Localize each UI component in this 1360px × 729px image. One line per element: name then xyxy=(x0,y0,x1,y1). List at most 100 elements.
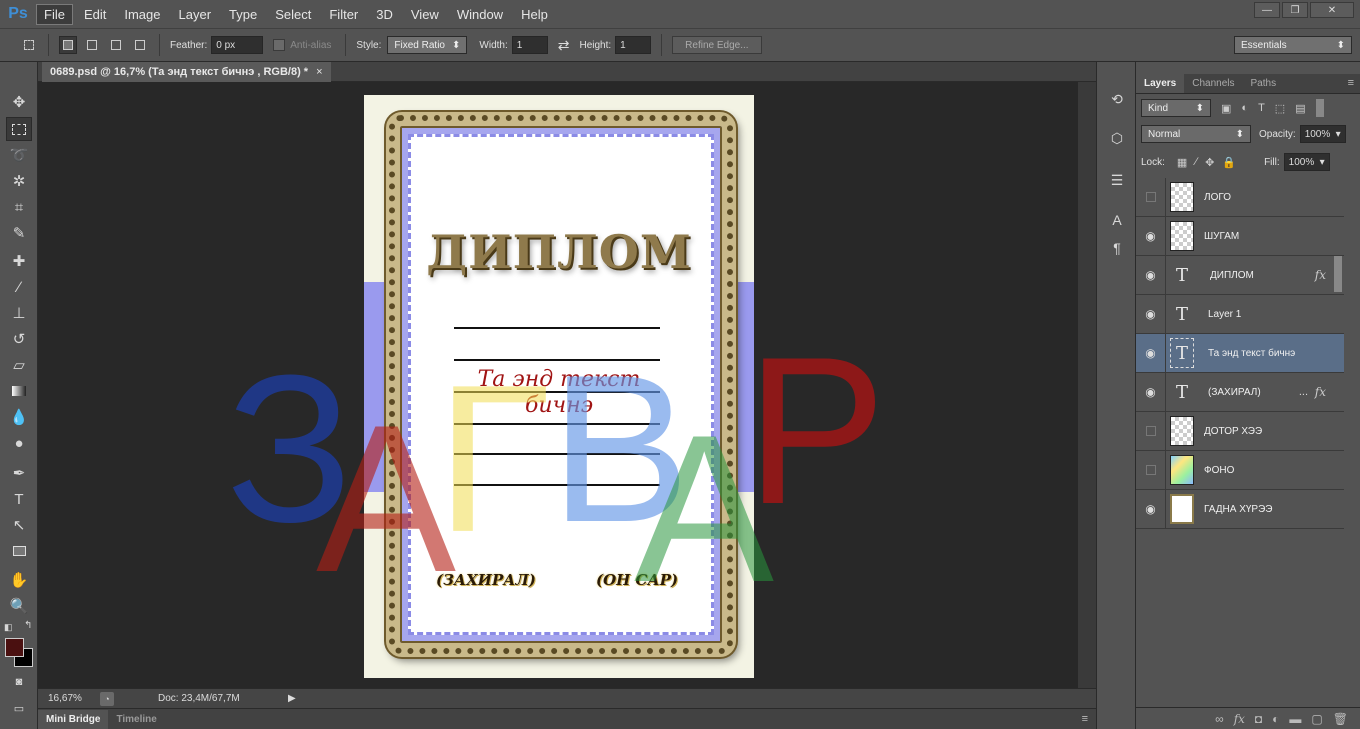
fx-icon[interactable]: fx xyxy=(1315,268,1326,282)
menu-image[interactable]: Image xyxy=(117,5,167,24)
dodge-tool-icon[interactable]: ● xyxy=(6,431,32,455)
style-select[interactable]: Fixed Ratio ⬍ xyxy=(387,36,468,54)
panel-menu-icon[interactable]: ≡ xyxy=(1348,77,1354,89)
workspace-select[interactable]: Essentials ⬍ xyxy=(1234,36,1352,54)
default-colors-icon[interactable]: ◧ xyxy=(4,622,13,633)
layer-row[interactable]: ◉ ШУГАМ xyxy=(1136,216,1344,256)
menu-file[interactable]: File xyxy=(36,3,73,25)
healing-brush-tool-icon[interactable]: ✚ xyxy=(6,249,32,273)
paragraph-panel-icon[interactable]: ¶ xyxy=(1105,236,1129,260)
lock-image-icon[interactable]: ∕ xyxy=(1195,156,1197,168)
lock-transparent-icon[interactable]: ▦ xyxy=(1177,156,1187,169)
pen-tool-icon[interactable]: ✒ xyxy=(6,461,32,485)
path-selection-tool-icon[interactable]: ↖ xyxy=(6,513,32,537)
opacity-input[interactable]: 100% ▾ xyxy=(1299,125,1346,143)
blend-mode-select[interactable]: Normal ⬍ xyxy=(1141,125,1251,143)
layer-row[interactable]: ДОТОР ХЭЭ xyxy=(1136,411,1344,451)
rectangle-tool-icon[interactable] xyxy=(6,539,32,563)
layer-row[interactable]: ◉ ГАДНА ХҮРЭЭ xyxy=(1136,489,1344,529)
layer-row[interactable]: ◉ T ДИПЛОМ fx xyxy=(1136,255,1344,295)
status-menu-arrow-icon[interactable]: ▶ xyxy=(288,693,296,704)
character-panel-icon[interactable]: A xyxy=(1105,208,1129,232)
menu-window[interactable]: Window xyxy=(450,5,510,24)
visibility-toggle[interactable] xyxy=(1136,177,1166,217)
width-input[interactable]: 1 xyxy=(511,36,548,54)
add-style-icon[interactable]: fx xyxy=(1234,712,1245,726)
marquee-tool-icon[interactable] xyxy=(6,117,32,141)
tab-timeline[interactable]: Timeline xyxy=(108,710,164,729)
shape-filter-icon[interactable]: ⬚ xyxy=(1275,102,1285,115)
menu-select[interactable]: Select xyxy=(268,5,318,24)
layer-row[interactable]: ◉ T Layer 1 xyxy=(1136,294,1344,334)
minimize-button[interactable]: — xyxy=(1254,2,1280,18)
eyedropper-tool-icon[interactable]: ✎ xyxy=(6,221,32,245)
restore-button[interactable]: ❐ xyxy=(1282,2,1308,18)
add-mask-icon[interactable]: ◘ xyxy=(1255,712,1262,726)
eye-icon[interactable]: ◉ xyxy=(1136,255,1166,295)
menu-help[interactable]: Help xyxy=(514,5,555,24)
screen-mode-icon[interactable]: ▭ xyxy=(6,696,32,720)
eye-icon[interactable]: ◉ xyxy=(1136,372,1166,412)
blur-tool-icon[interactable]: 💧 xyxy=(6,405,32,429)
layer-row-selected[interactable]: ◉ T Та энд текст бичнэ xyxy=(1136,333,1344,373)
smart-object-filter-icon[interactable]: ▤ xyxy=(1295,102,1305,115)
type-filter-icon[interactable]: T xyxy=(1258,102,1265,114)
new-group-icon[interactable]: ▬ xyxy=(1289,712,1301,726)
type-tool-icon[interactable]: T xyxy=(6,487,32,511)
refine-edge-button[interactable]: Refine Edge... xyxy=(672,36,762,54)
menu-edit[interactable]: Edit xyxy=(77,5,113,24)
visibility-toggle[interactable] xyxy=(1136,450,1166,490)
close-button[interactable]: ✕ xyxy=(1310,2,1354,18)
magic-wand-tool-icon[interactable]: ✲ xyxy=(6,169,32,193)
filter-toggle[interactable] xyxy=(1315,99,1324,117)
foreground-color-swatch[interactable] xyxy=(5,638,24,657)
eye-icon[interactable]: ◉ xyxy=(1136,489,1166,529)
tab-paths[interactable]: Paths xyxy=(1243,74,1285,93)
pixel-filter-icon[interactable]: ▣ xyxy=(1221,102,1231,115)
swap-colors-icon[interactable]: ↰ xyxy=(24,620,32,631)
menu-filter[interactable]: Filter xyxy=(322,5,365,24)
status-share-icon[interactable]: ◔ xyxy=(100,691,114,706)
clone-stamp-tool-icon[interactable]: ⊥ xyxy=(6,301,32,325)
canvas-area[interactable]: ДИПЛОМ Та энд текст бичнэ (ЗАХИРАЛ) (ОН … xyxy=(38,82,1078,688)
menu-type[interactable]: Type xyxy=(222,5,264,24)
delete-layer-icon[interactable]: 🗑 xyxy=(1333,712,1348,726)
quick-mask-icon[interactable]: ◙ xyxy=(6,670,32,694)
move-tool-icon[interactable]: ✥ xyxy=(6,90,32,114)
menu-layer[interactable]: Layer xyxy=(172,5,219,24)
new-layer-icon[interactable]: ▢ xyxy=(1311,712,1322,726)
menu-view[interactable]: View xyxy=(404,5,446,24)
fx-icon[interactable]: fx xyxy=(1315,385,1326,399)
new-selection-icon[interactable] xyxy=(59,36,77,54)
hand-tool-icon[interactable]: ✋ xyxy=(6,568,32,592)
fill-input[interactable]: 100% ▾ xyxy=(1283,153,1330,171)
add-selection-icon[interactable] xyxy=(83,36,101,54)
eye-icon[interactable]: ◉ xyxy=(1136,294,1166,334)
panel-menu-icon[interactable]: ≡ xyxy=(1082,713,1088,725)
visibility-toggle[interactable] xyxy=(1136,411,1166,451)
zoom-level[interactable]: 16,67% xyxy=(48,693,94,704)
document-tab[interactable]: 0689.psd @ 16,7% (Та энд текст бичнэ , R… xyxy=(42,62,331,82)
new-adjustment-icon[interactable]: ◐ xyxy=(1272,712,1279,726)
marquee-preset-icon[interactable] xyxy=(20,36,38,54)
tab-layers[interactable]: Layers xyxy=(1136,74,1185,93)
height-input[interactable]: 1 xyxy=(615,36,652,54)
tab-channels[interactable]: Channels xyxy=(1184,74,1242,93)
zoom-tool-icon[interactable]: 🔍 xyxy=(6,594,32,618)
feather-input[interactable]: 0 px xyxy=(211,36,264,54)
subtract-selection-icon[interactable] xyxy=(107,36,125,54)
eye-icon[interactable]: ◉ xyxy=(1136,216,1166,256)
intersect-selection-icon[interactable] xyxy=(131,36,149,54)
menu-3d[interactable]: 3D xyxy=(369,5,400,24)
brush-tool-icon[interactable]: ∕ xyxy=(6,275,32,299)
layer-row[interactable]: ФОНО xyxy=(1136,450,1344,490)
adjustments-panel-icon[interactable]: ☰ xyxy=(1105,168,1129,192)
swap-icon[interactable]: ⇄ xyxy=(558,37,570,54)
crop-tool-icon[interactable]: ⌗ xyxy=(6,195,32,219)
layer-row[interactable]: ◉ T (ЗАХИРАЛ) ... fx xyxy=(1136,372,1344,412)
history-panel-icon[interactable]: ⟲ xyxy=(1105,87,1129,111)
eye-icon[interactable]: ◉ xyxy=(1136,333,1166,373)
kind-select[interactable]: Kind ⬍ xyxy=(1141,99,1211,117)
adjustment-filter-icon[interactable]: ◐ xyxy=(1241,102,1248,114)
vertical-scrollbar[interactable] xyxy=(1078,82,1096,688)
